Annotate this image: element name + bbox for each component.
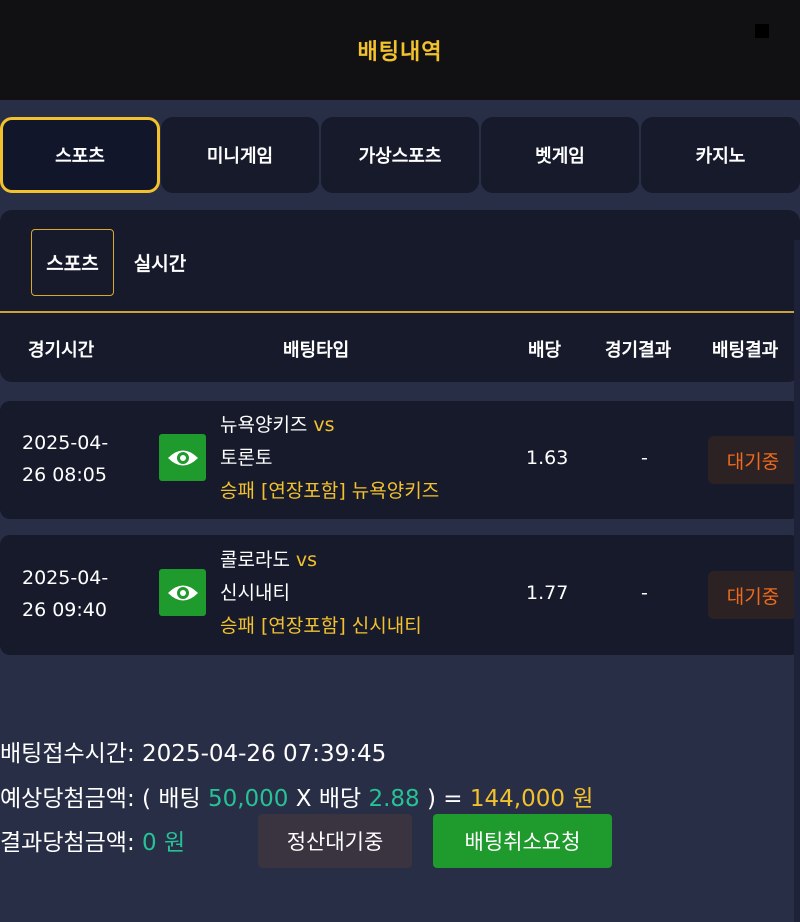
status-badge: 대기중 xyxy=(708,571,798,619)
home-team: 콜로라도 xyxy=(220,549,290,571)
game-result: - xyxy=(641,447,648,469)
game-time: 2025-04- 26 08:05 xyxy=(22,427,108,491)
bet-amount: 50,000 xyxy=(207,786,289,812)
tab-sports[interactable]: 스포츠 xyxy=(0,117,160,193)
accept-time-line: 배팅접수시간: 2025-04-26 07:39:45 xyxy=(0,734,386,768)
accept-time-label: 배팅접수시간: xyxy=(0,741,135,767)
divider xyxy=(0,311,800,313)
vs-label: vs xyxy=(295,549,318,571)
x-odds-label: X 배당 xyxy=(295,786,362,812)
tab-casino[interactable]: 카지노 xyxy=(641,117,800,193)
tab-betgame[interactable]: 벳게임 xyxy=(481,117,639,193)
result-amount: 0 원 xyxy=(142,830,186,856)
home-team: 뉴욕양키즈 xyxy=(220,414,308,436)
odds-value: 1.63 xyxy=(526,447,569,469)
expected-win-line: 예상당첨금액: ( 배팅 50,000 X 배당 2.88 ) = 144,00… xyxy=(0,779,593,813)
col-bet-result: 배팅결과 xyxy=(712,340,779,361)
game-date: 2025-04- xyxy=(22,432,109,454)
cancel-request-button[interactable]: 배팅취소요청 xyxy=(433,814,612,868)
game-clock: 26 09:40 xyxy=(22,599,107,621)
total-odds: 2.88 xyxy=(368,786,420,812)
col-game-time: 경기시간 xyxy=(28,340,95,361)
game-date: 2025-04- xyxy=(22,567,109,589)
col-bet-type: 배팅타입 xyxy=(283,340,350,361)
history-header-panel: 스포츠 실시간 경기시간 배팅타입 배당 경기결과 배팅결과 xyxy=(0,210,800,382)
top-bar: 배팅내역 xyxy=(0,0,800,100)
result-win-label: 결과당첨금액: xyxy=(0,830,135,856)
eye-icon[interactable] xyxy=(159,434,206,481)
bet-detail: 뉴욕양키즈 vs 토론토 승패 [연장포함] 뉴욕양키즈 xyxy=(220,409,439,508)
accept-time-value: 2025-04-26 07:39:45 xyxy=(142,741,387,767)
subtab-sports[interactable]: 스포츠 xyxy=(31,229,114,296)
tab-virtual-sports[interactable]: 가상스포츠 xyxy=(321,117,479,193)
bet-detail: 콜로라도 vs 신시내티 승패 [연장포함] 신시내티 xyxy=(220,544,422,643)
game-time: 2025-04- 26 09:40 xyxy=(22,562,108,626)
expected-amount: 144,000 원 xyxy=(469,786,594,812)
bet-pick: 승패 [연장포함] 신시내티 xyxy=(220,615,422,637)
page-title: 배팅내역 xyxy=(357,40,443,65)
table-row: 2025-04- 26 08:05 뉴욕양키즈 vs 토론토 승패 [연장포함] … xyxy=(0,401,800,519)
odds-value: 1.77 xyxy=(526,582,569,604)
away-team: 토론토 xyxy=(220,447,273,469)
settlement-wait-button[interactable]: 정산대기중 xyxy=(258,814,412,868)
col-game-result: 경기결과 xyxy=(605,340,672,361)
bet-pick: 승패 [연장포함] 뉴욕양키즈 xyxy=(220,480,440,502)
expected-win-label: 예상당첨금액: xyxy=(0,786,135,812)
vs-label: vs xyxy=(313,414,335,436)
table-row: 2025-04- 26 09:40 콜로라도 vs 신시내티 승패 [연장포함] … xyxy=(0,535,800,655)
result-win-line: 결과당첨금액: 0 원 xyxy=(0,823,185,857)
subtab-live[interactable]: 실시간 xyxy=(122,229,198,296)
tab-minigame[interactable]: 미니게임 xyxy=(161,117,319,193)
scrollbar[interactable] xyxy=(794,240,800,922)
bet-close: ) = xyxy=(426,786,463,812)
col-odds: 배당 xyxy=(528,340,562,361)
status-badge: 대기중 xyxy=(708,436,798,484)
eye-icon[interactable] xyxy=(159,569,206,616)
away-team: 신시내티 xyxy=(220,582,290,604)
bet-open: ( 배팅 xyxy=(142,786,201,812)
game-result: - xyxy=(641,582,648,604)
window-square-icon[interactable] xyxy=(755,24,769,38)
game-clock: 26 08:05 xyxy=(22,464,107,486)
